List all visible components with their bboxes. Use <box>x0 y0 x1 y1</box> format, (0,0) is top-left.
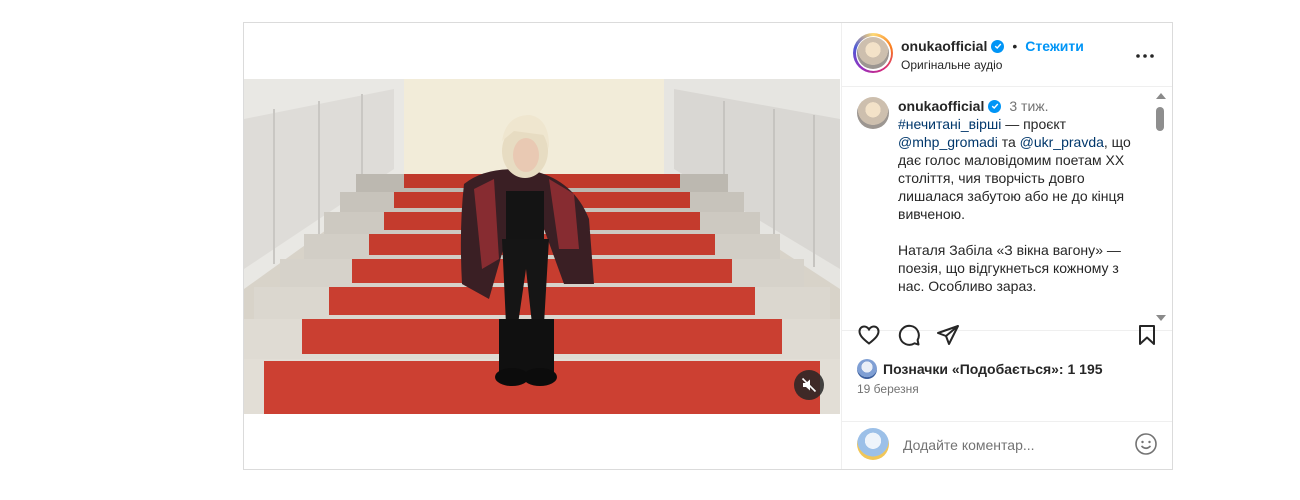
separator-dot: • <box>1012 38 1018 54</box>
mention-link-2[interactable]: @ukr_pravda <box>1020 134 1104 150</box>
comment-input[interactable] <box>901 432 1125 458</box>
speaker-muted-icon <box>801 377 817 393</box>
author-username[interactable]: onukaofficial <box>901 38 987 54</box>
heart-icon <box>858 325 880 345</box>
comment-bubble-icon <box>898 324 920 346</box>
smiley-icon <box>1135 433 1157 455</box>
caption-timestamp[interactable]: 3 тиж. <box>1009 97 1048 115</box>
caption-author-avatar[interactable] <box>857 97 889 129</box>
mute-toggle-button[interactable] <box>794 370 824 400</box>
post-media-area <box>244 23 842 469</box>
mention-link-1[interactable]: @mhp_gromadi <box>898 134 998 150</box>
scrollbar-thumb[interactable] <box>1156 107 1164 131</box>
comment-button[interactable] <box>897 323 921 352</box>
caption-author-username[interactable]: onukaofficial <box>898 97 984 115</box>
post-side-panel: onukaofficial • Стежити Оригінальне ауді… <box>841 23 1172 469</box>
paper-plane-icon <box>937 325 959 345</box>
post-header: onukaofficial • Стежити Оригінальне ауді… <box>841 23 1172 87</box>
scroll-up-arrow-icon[interactable] <box>1156 93 1166 99</box>
bookmark-icon <box>1139 325 1155 345</box>
follow-button[interactable]: Стежити <box>1025 38 1084 54</box>
share-button[interactable] <box>936 323 960 352</box>
post-date[interactable]: 19 березня <box>857 382 919 396</box>
like-button[interactable] <box>857 323 881 352</box>
likes-count[interactable]: Позначки «Подобається»: 1 195 <box>883 361 1103 377</box>
more-options-button[interactable] <box>1136 45 1154 63</box>
video-frame-illustration <box>244 79 840 414</box>
likes-row[interactable]: Позначки «Подобається»: 1 195 <box>857 359 1103 379</box>
comment-bar <box>841 421 1172 469</box>
caption-text: — проєкт <box>1001 116 1067 132</box>
caption-scrollbar[interactable] <box>1154 89 1166 325</box>
author-avatar[interactable] <box>853 33 893 73</box>
audio-label[interactable]: Оригінальне аудіо <box>901 58 1002 72</box>
save-button[interactable] <box>1135 323 1159 352</box>
more-options-icon <box>1136 54 1154 58</box>
post-video[interactable] <box>244 79 840 414</box>
verified-badge-icon <box>988 99 1002 113</box>
caption-paragraph-2: Наталя Забіла «З вікна вагону» — поезія,… <box>898 242 1121 294</box>
caption-area: onukaofficial 3 тиж. #нечитані_вірші — п… <box>841 87 1172 331</box>
instagram-post: onukaofficial • Стежити Оригінальне ауді… <box>243 22 1173 470</box>
verified-badge-icon <box>991 39 1005 53</box>
scroll-down-arrow-icon[interactable] <box>1156 315 1166 321</box>
liker-avatar <box>857 359 877 379</box>
caption-body: onukaofficial 3 тиж. #нечитані_вірші — п… <box>898 97 1140 295</box>
action-bar <box>841 323 1172 359</box>
current-user-avatar <box>857 428 889 460</box>
hashtag-link[interactable]: #нечитані_вірші <box>898 116 1001 132</box>
caption-text: та <box>997 134 1020 150</box>
emoji-button[interactable] <box>1134 432 1158 461</box>
caption-paragraph-1: #нечитані_вірші — проєкт @mhp_gromadi та… <box>898 115 1140 223</box>
